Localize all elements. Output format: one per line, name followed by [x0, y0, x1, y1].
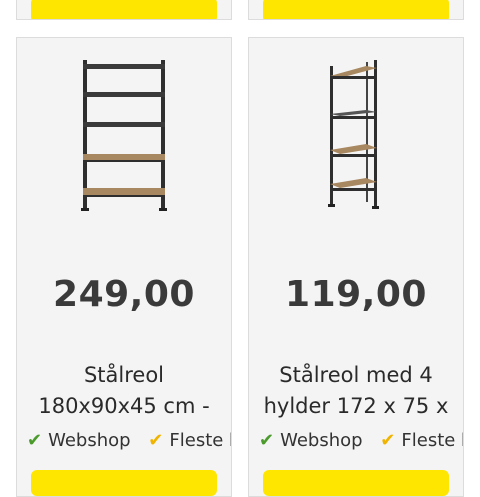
product-price: 249,00 — [53, 274, 195, 315]
availability-label-webshop: Webshop — [48, 430, 131, 451]
availability-label-webshop: Webshop — [280, 430, 363, 451]
availability-row: ✔Webshop ✔Fleste butikker — [259, 430, 463, 451]
product-price: 119,00 — [285, 274, 427, 315]
check-icon: ✔ — [148, 430, 164, 451]
availability-label-stores: Fleste butikker — [169, 430, 231, 451]
add-to-cart-button[interactable] — [263, 0, 449, 19]
product-title[interactable]: Stålreol med 4 hylder 172 x 75 x 30 cm — [257, 360, 455, 422]
product-image[interactable] — [249, 58, 463, 248]
steel-shelf-4-tier-image — [328, 60, 379, 209]
availability-label-stores: Fleste butikker — [401, 430, 463, 451]
add-to-cart-button[interactable] — [31, 470, 217, 496]
check-icon: ✔ — [259, 430, 275, 451]
check-icon: ✔ — [27, 430, 43, 451]
product-image[interactable] — [17, 58, 231, 248]
check-icon: ✔ — [380, 430, 396, 451]
product-title[interactable]: Stålreol 180x90x45 cm - antracit — [25, 360, 223, 422]
add-to-cart-button[interactable] — [263, 470, 449, 496]
add-to-cart-button[interactable] — [31, 0, 217, 19]
product-card-previous[interactable] — [248, 0, 464, 20]
availability-row: ✔Webshop ✔Fleste butikker — [27, 430, 231, 451]
product-card[interactable]: 119,00 Stålreol med 4 hylder 172 x 75 x … — [248, 37, 464, 497]
product-card[interactable]: 249,00 Stålreol 180x90x45 cm - antracit … — [16, 37, 232, 497]
product-card-previous[interactable] — [16, 0, 232, 20]
steel-shelf-5-tier-image — [81, 60, 167, 211]
